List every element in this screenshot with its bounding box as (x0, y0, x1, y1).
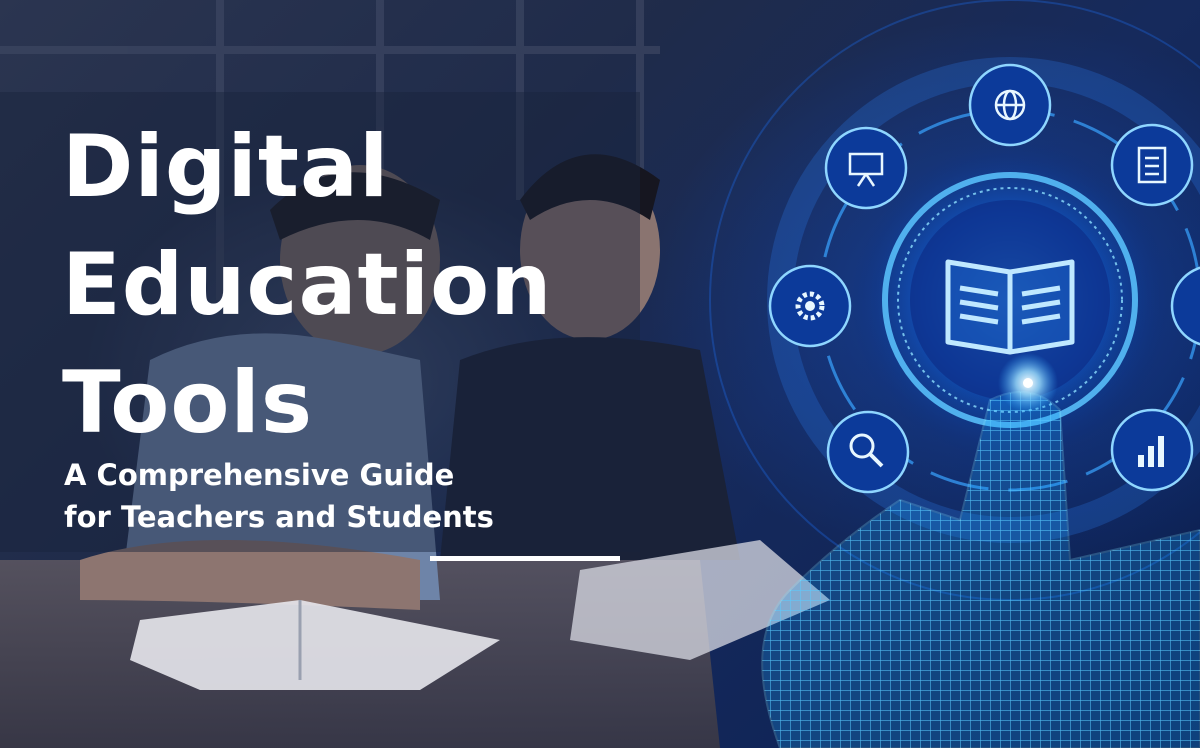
accent-underline (430, 556, 620, 561)
subheadline: A Comprehensive Guide for Teachers and S… (64, 454, 494, 538)
globe-icon (968, 63, 1052, 147)
headline-line-2: Education (62, 235, 553, 335)
clipboard-icon (1110, 123, 1194, 207)
headline-line-1: Digital (62, 117, 390, 217)
open-book-icon (945, 259, 1075, 355)
hero-banner: Digital Education Tools A Comprehensive … (0, 0, 1200, 748)
magnifier-icon (826, 410, 910, 494)
partial-orbit-icon (1170, 266, 1200, 346)
subheadline-line-2: for Teachers and Students (64, 500, 494, 534)
headline: Digital Education Tools (62, 108, 552, 462)
headline-line-3: Tools (62, 353, 314, 453)
presentation-icon (824, 126, 908, 210)
subheadline-line-1: A Comprehensive Guide (64, 458, 455, 492)
bar-chart-icon (1110, 408, 1194, 492)
gear-icon (768, 264, 852, 348)
